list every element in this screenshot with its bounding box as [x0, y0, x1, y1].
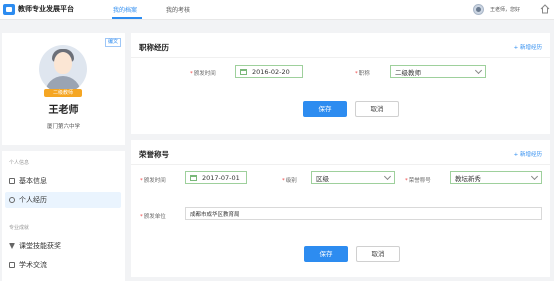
level-label: *级别 — [282, 178, 297, 184]
save-button[interactable]: 保存 — [303, 101, 347, 117]
sidebar-menu: 个人信息 基本信息 个人经历 专业成就 课堂技能获奖 学术交流 — [2, 151, 125, 281]
save-button[interactable]: 保存 — [304, 246, 348, 262]
profile-card: 编文 二级教师 王老师 厦门第六中学 — [2, 33, 125, 145]
issue-time-value: 2017-07-01 — [202, 173, 240, 182]
chevron-down-icon — [530, 172, 539, 181]
title-select[interactable]: 二级教师 — [390, 65, 486, 78]
menu-group-achievement: 专业成就 — [9, 225, 30, 231]
teacher-name: 王老师 — [48, 105, 79, 116]
issue-time-label: *颁发时间 — [140, 178, 166, 184]
cancel-button[interactable]: 取消 — [356, 246, 400, 262]
sidebar-item-basic-info[interactable]: 基本信息 — [5, 173, 121, 189]
edit-tag[interactable]: 编文 — [104, 38, 121, 47]
cancel-button[interactable]: 取消 — [355, 101, 399, 117]
user-greeting: 王老师，您好 — [490, 7, 521, 13]
honor-name-select[interactable]: 教坛新秀 — [450, 171, 542, 184]
menu-group-personal: 个人信息 — [9, 160, 30, 166]
sidebar-item-label: 个人经历 — [19, 196, 47, 204]
issue-time-label: *颁发时间 — [190, 71, 216, 77]
divider — [131, 164, 550, 165]
issuer-input[interactable]: 成都市成华区教育局 — [185, 207, 542, 220]
home-icon[interactable] — [540, 4, 550, 14]
document-icon — [9, 178, 15, 184]
title-history-card: 职称经历 + 新增经历 *颁发时间 2016-02-20 *职称 二级教师 保存… — [131, 33, 550, 134]
issue-time-value: 2016-02-20 — [252, 67, 290, 76]
issue-time-date-picker[interactable]: 2017-07-01 — [185, 171, 247, 184]
tab-my-profile[interactable]: 我的档案 — [113, 5, 137, 14]
honor-title-card: 荣誉称号 + 新增经历 *颁发时间 2017-07-01 *级别 区级 *荣誉称… — [131, 140, 550, 277]
honor-name-label: *荣誉称号 — [405, 178, 431, 184]
issuer-value: 成都市成华区教育局 — [190, 211, 240, 218]
divider — [131, 57, 550, 58]
app-logo-icon — [3, 4, 15, 15]
user-avatar[interactable] — [473, 4, 484, 15]
calendar-icon — [190, 174, 197, 181]
app-title: 教师专业发展平台 — [18, 5, 74, 13]
sidebar-item-personal-experience[interactable]: 个人经历 — [5, 192, 121, 208]
sidebar-item-teaching-awards[interactable]: 课堂技能获奖 — [5, 238, 121, 254]
issue-time-date-picker[interactable]: 2016-02-20 — [235, 65, 303, 78]
tab-my-assessment[interactable]: 我的考核 — [166, 5, 190, 14]
sidebar-item-label: 课堂技能获奖 — [19, 242, 61, 250]
honor-name-value: 教坛新秀 — [455, 174, 481, 183]
teacher-avatar — [39, 45, 87, 93]
card-title: 职称经历 — [139, 43, 169, 52]
issuer-label: *颁发单位 — [140, 214, 166, 220]
add-title-link[interactable]: + 新增经历 — [514, 43, 542, 51]
trophy-icon — [9, 243, 15, 249]
level-badge: 二级教师 — [44, 89, 82, 97]
chat-icon — [9, 262, 15, 268]
level-select-value: 区级 — [316, 174, 329, 183]
level-select[interactable]: 区级 — [311, 171, 395, 184]
sidebar-item-label: 学术交流 — [19, 261, 47, 269]
top-bar: 教师专业发展平台 我的档案 我的考核 王老师，您好 — [0, 0, 554, 20]
active-tab-indicator — [112, 17, 142, 19]
chevron-down-icon — [474, 66, 483, 75]
add-honor-link[interactable]: + 新增经历 — [514, 150, 542, 158]
title-select-value: 二级教师 — [395, 68, 421, 77]
calendar-icon — [240, 68, 247, 75]
sidebar-item-label: 基本信息 — [19, 177, 47, 185]
chevron-down-icon — [383, 172, 392, 181]
title-label: *职称 — [355, 71, 370, 77]
card-title: 荣誉称号 — [139, 150, 169, 159]
sidebar-item-academic-exchange[interactable]: 学术交流 — [5, 257, 121, 273]
teacher-school: 厦门第六中学 — [46, 124, 80, 130]
clock-icon — [9, 197, 15, 203]
